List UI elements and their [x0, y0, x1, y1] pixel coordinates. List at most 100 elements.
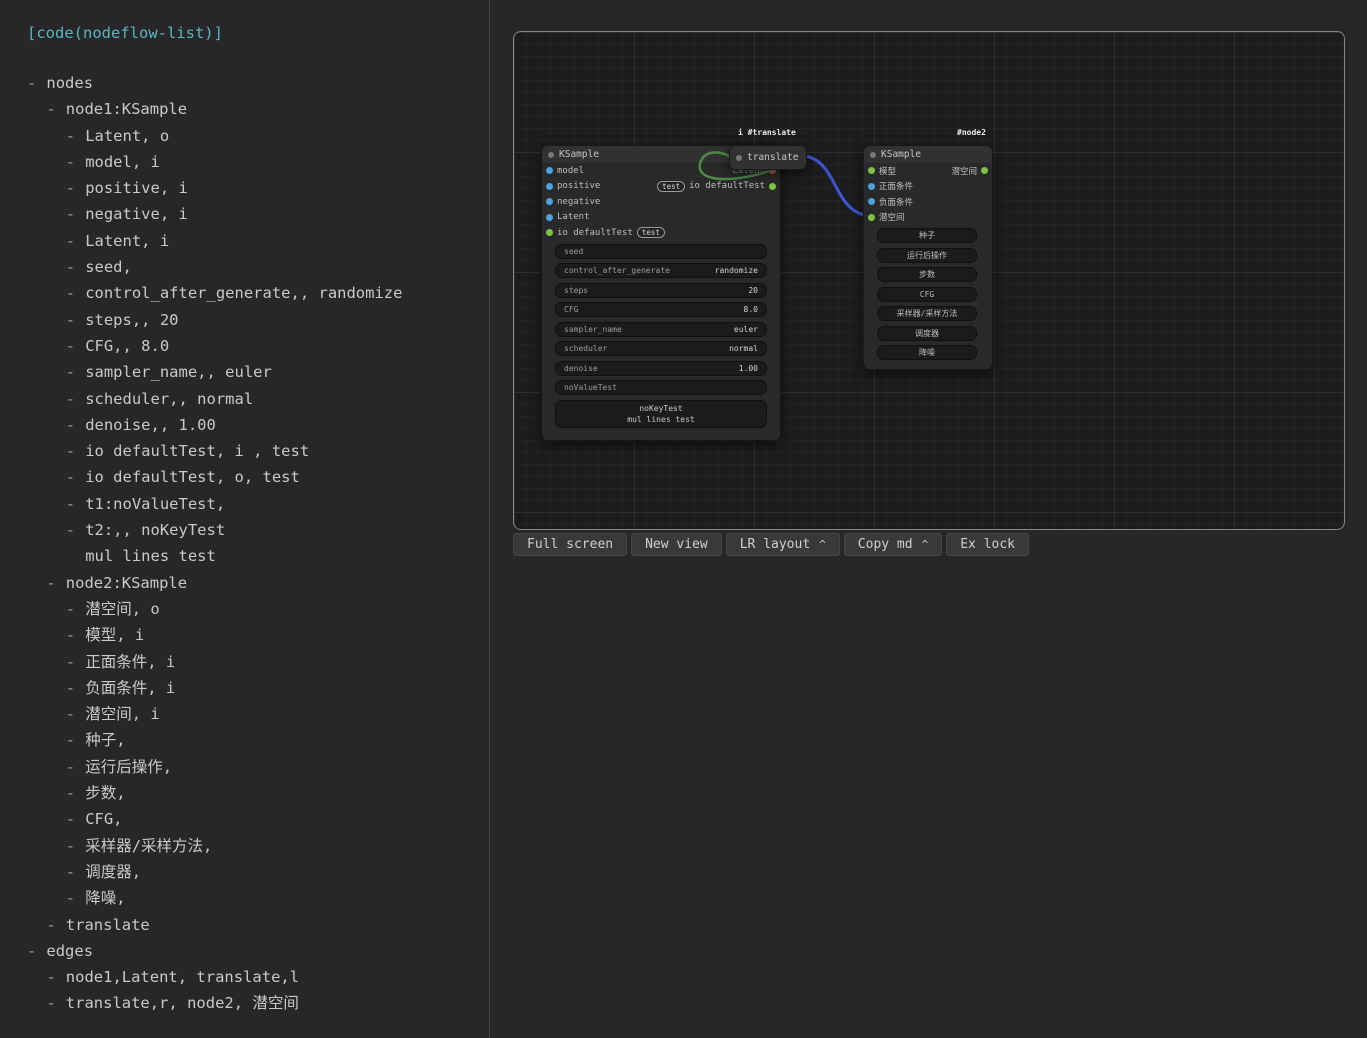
input-port-model-dot[interactable]: [546, 167, 553, 174]
outline-line: -t2:,, noKeyTest: [0, 517, 485, 543]
outline-line-text: denoise,, 1.00: [85, 416, 216, 434]
widget-row[interactable]: CFG: [877, 287, 977, 302]
list-bullet: -: [66, 701, 85, 727]
outline-line: -运行后操作,: [0, 754, 485, 780]
outline-line-text: positive, i: [85, 179, 188, 197]
input-port-positive-dot[interactable]: [546, 183, 553, 190]
list-bullet: -: [66, 359, 85, 385]
lr-layout-button[interactable]: LR layout^: [726, 533, 840, 556]
nodeflow-canvas[interactable]: KSample model Latent positive test io de…: [513, 31, 1345, 530]
node2-widgets: 种子运行后操作步数 CFG 采样器/采样方法调度器降噪: [864, 225, 992, 369]
input-port-dot[interactable]: [868, 183, 875, 190]
translate-node[interactable]: translate: [729, 145, 807, 170]
outline-line-text: 潜空间, o: [85, 600, 160, 618]
list-bullet: -: [66, 622, 85, 648]
input-port-dot[interactable]: [868, 214, 875, 221]
node-status-dot: [548, 152, 554, 158]
outline-line: -CFG,, 8.0: [0, 333, 485, 359]
list-bullet: -: [66, 833, 85, 859]
widget-label: 采样器/采样方法: [897, 308, 958, 319]
port-row: negative: [542, 194, 780, 210]
list-bullet: -: [46, 964, 65, 990]
list-bullet: -: [66, 885, 85, 911]
widget-row[interactable]: 调度器: [877, 326, 977, 341]
widget-label: denoise: [564, 364, 598, 373]
widget-row[interactable]: denoise 1.00: [555, 361, 767, 376]
port-row: 潜空间: [864, 210, 992, 226]
nodeflow-outline-panel: [code(nodeflow-list)] -nodes-node1:KSamp…: [0, 0, 489, 1038]
outline-line: -steps,, 20: [0, 307, 485, 333]
list-bullet: -: [66, 254, 85, 280]
outline-line: -调度器,: [0, 859, 485, 885]
output-port-dot[interactable]: [981, 167, 988, 174]
widget-line: noKeyTest: [564, 403, 758, 414]
outline-line: -seed,: [0, 254, 485, 280]
outline-line-text: node2:KSample: [66, 574, 187, 592]
list-bullet: -: [66, 675, 85, 701]
port-row: positive test io defaultTest: [542, 179, 780, 195]
node-status-dot: [736, 155, 742, 161]
widget-value: 8.0: [744, 305, 758, 314]
widget-row[interactable]: noValueTest: [555, 380, 767, 395]
outline-line-text: 正面条件, i: [85, 653, 175, 671]
input-port-label: 负面条件: [879, 196, 913, 208]
list-bullet: -: [66, 438, 85, 464]
list-bullet: -: [66, 307, 85, 333]
copy-md-button[interactable]: Copy md^: [844, 533, 942, 556]
list-bullet: -: [66, 754, 85, 780]
input-port-dot[interactable]: [868, 198, 875, 205]
edge-translate-to-node2-latent[interactable]: [805, 156, 870, 216]
widget-row[interactable]: schedulernormal: [555, 341, 767, 356]
widget-row[interactable]: 降噪: [877, 345, 977, 360]
widget-row[interactable]: 采样器/采样方法: [877, 306, 977, 321]
outline-line: -node1,Latent, translate,l: [0, 964, 485, 990]
list-bullet: -: [66, 333, 85, 359]
list-bullet: -: [66, 280, 85, 306]
node2-header[interactable]: KSample: [864, 146, 992, 163]
node2-ports: 模型潜空间正面条件负面条件潜空间: [864, 163, 992, 225]
input-port-label: 正面条件: [879, 180, 913, 192]
widget-row[interactable]: CFG8.0: [555, 302, 767, 317]
widget-row[interactable]: control_after_generaterandomize: [555, 263, 767, 278]
widget-row-multiline[interactable]: noKeyTestmul lines test: [555, 400, 767, 428]
outline-line-text: Latent, o: [85, 127, 169, 145]
widget-row[interactable]: 运行后操作: [877, 248, 977, 263]
input-port-label: model: [557, 166, 584, 176]
widget-row[interactable]: 步数: [877, 267, 977, 282]
new-view-button[interactable]: New view: [631, 533, 722, 556]
outline-line-text: io defaultTest, i , test: [85, 442, 309, 460]
widget-row[interactable]: seed: [555, 244, 767, 259]
panel-title: [code(nodeflow-list)]: [27, 24, 223, 42]
input-port-io-defaulttest-dot[interactable]: [546, 229, 553, 236]
full-screen-button[interactable]: Full screen: [513, 533, 627, 556]
output-port-label: io defaultTest: [689, 181, 765, 191]
outline-line-text: 模型, i: [85, 626, 144, 644]
list-bullet: -: [46, 570, 65, 596]
node1-ksample[interactable]: KSample model Latent positive test io de…: [541, 145, 781, 441]
list-bullet: -: [66, 175, 85, 201]
outline-line: -Latent, o: [0, 123, 485, 149]
widget-row[interactable]: sampler_nameeuler: [555, 322, 767, 337]
ex-lock-button[interactable]: Ex lock: [946, 533, 1029, 556]
node2-ksample[interactable]: KSample 模型潜空间正面条件负面条件潜空间 种子运行后操作步数CFG采样器…: [863, 145, 993, 370]
button-label: Full screen: [527, 537, 613, 552]
button-label: LR layout: [740, 537, 810, 552]
widget-row[interactable]: 种子: [877, 228, 977, 243]
translate-node-header[interactable]: translate: [730, 146, 806, 169]
dropdown-caret-icon: ^: [922, 538, 929, 551]
outline-line-text: mul lines test: [85, 547, 216, 565]
outline-line-text: control_after_generate,, randomize: [85, 284, 402, 302]
outline-line-text: 降噪,: [85, 889, 125, 907]
output-port-io-defaulttest-dot[interactable]: [769, 183, 776, 190]
node-title: translate: [747, 152, 798, 163]
input-port-dot[interactable]: [868, 167, 875, 174]
widget-value: 1.00: [739, 364, 758, 373]
list-bullet: -: [66, 806, 85, 832]
input-port-negative-dot[interactable]: [546, 198, 553, 205]
panel-divider: [489, 0, 490, 1038]
list-bullet: -: [66, 780, 85, 806]
widget-label: 步数: [919, 269, 935, 280]
widget-row[interactable]: steps20: [555, 283, 767, 298]
outline-line-text: translate: [66, 916, 150, 934]
input-port-latent-dot[interactable]: [546, 214, 553, 221]
